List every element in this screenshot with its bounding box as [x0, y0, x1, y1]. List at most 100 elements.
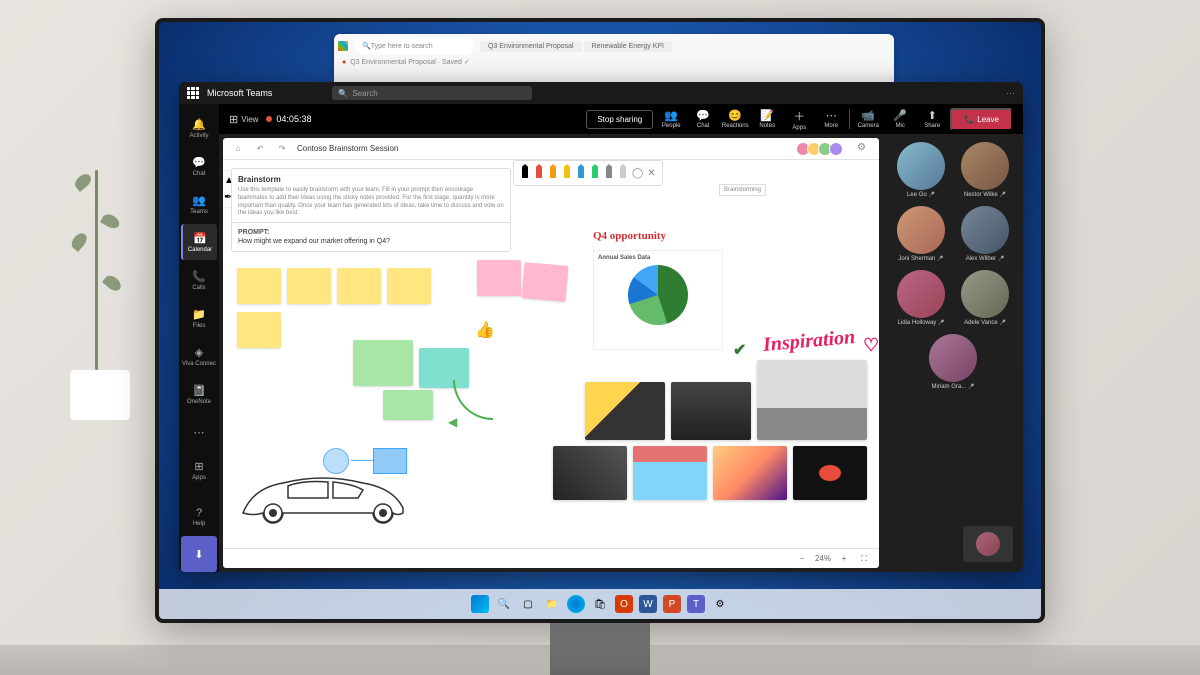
thumbs-up-reaction-icon[interactable]: 👍 — [475, 320, 495, 340]
sales-chart-card[interactable]: Annual Sales Data — [593, 250, 723, 350]
sticky-note[interactable] — [477, 260, 521, 296]
sticky-note[interactable] — [287, 268, 331, 304]
teams-search-input[interactable]: 🔍Search — [332, 86, 532, 100]
taskbar-edge-icon[interactable] — [567, 595, 585, 613]
people-button[interactable]: 👥People — [657, 109, 685, 129]
inspiration-photo-vintage-car[interactable] — [757, 360, 867, 440]
zoom-out-button[interactable]: − — [795, 552, 809, 566]
pen-blue[interactable] — [576, 164, 586, 182]
sticky-note[interactable] — [237, 312, 281, 348]
ink-annotation-opportunity[interactable]: Q4 opportunity — [593, 230, 666, 242]
pen-green[interactable] — [590, 164, 600, 182]
taskbar-word-icon[interactable]: W — [639, 595, 657, 613]
prompt-text: How might we expand our market offering … — [238, 238, 504, 245]
undo-button[interactable]: ↶ — [253, 142, 267, 156]
reactions-button[interactable]: 😊Reactions — [721, 109, 749, 129]
mic-muted-icon: 🎤 — [1000, 320, 1006, 326]
rail-help[interactable]: ?Help — [181, 498, 217, 534]
brainstorming-tab[interactable]: Brainstorming — [719, 184, 766, 196]
participant-tile[interactable]: Miriam Gra...🎤 — [924, 334, 982, 390]
inspiration-photo[interactable] — [553, 446, 627, 500]
taskbar-office-icon[interactable]: O — [615, 595, 633, 613]
more-button[interactable]: ⋯More — [817, 109, 845, 129]
sticky-note[interactable] — [337, 268, 381, 304]
chart-title: Annual Sales Data — [598, 255, 718, 261]
camera-button[interactable]: 📹Camera — [854, 109, 882, 129]
rail-files[interactable]: 📁Files — [181, 300, 217, 336]
rail-apps[interactable]: ⊞Apps — [181, 452, 217, 488]
stop-sharing-button[interactable]: Stop sharing — [586, 110, 653, 129]
close-toolbar-icon[interactable]: ✕ — [647, 168, 655, 179]
fit-screen-button[interactable]: ⛶ — [857, 552, 871, 566]
self-video-tile[interactable] — [963, 526, 1013, 562]
monitor-frame: 🔍 Type here to search Q3 Environmental P… — [155, 18, 1045, 623]
app-launcher-icon[interactable] — [187, 87, 199, 99]
browser-search[interactable]: 🔍 Type here to search — [354, 37, 474, 55]
rail-viva[interactable]: ◈Viva Connec — [181, 338, 217, 374]
participant-tile[interactable]: Alex Wilber🎤 — [956, 206, 1014, 262]
sticky-note[interactable] — [383, 390, 433, 420]
taskbar-store-icon[interactable]: 🛍 — [591, 595, 609, 613]
taskbar-explorer-icon[interactable]: 📁 — [543, 595, 561, 613]
car-sketch[interactable] — [233, 458, 413, 528]
more-menu-icon[interactable]: ⋯ — [1006, 88, 1015, 99]
inspiration-photo[interactable] — [585, 382, 665, 440]
participant-tile[interactable]: Adele Vance🎤 — [956, 270, 1014, 326]
start-button[interactable] — [471, 595, 489, 613]
rail-calendar[interactable]: 📅Calendar — [181, 224, 217, 260]
highlighter[interactable] — [604, 164, 614, 182]
sticky-note[interactable] — [522, 262, 569, 302]
rail-chat[interactable]: 💬Chat — [181, 148, 217, 184]
pen-red[interactable] — [534, 164, 544, 182]
participant-tile[interactable]: Lidia Holloway🎤 — [892, 270, 950, 326]
zoom-in-button[interactable]: + — [837, 552, 851, 566]
settings-icon[interactable]: ⚙ — [857, 142, 871, 156]
share-button[interactable]: ⬆Share — [918, 109, 946, 129]
mic-muted-icon: 🎤 — [929, 192, 935, 198]
rail-more[interactable]: ⋯ — [181, 414, 217, 450]
view-button[interactable]: ⊞View — [229, 113, 258, 126]
brainstorm-heading: Brainstorm — [238, 175, 504, 184]
home-icon[interactable]: ⌂ — [231, 142, 245, 156]
rail-onenote[interactable]: 📓OneNote — [181, 376, 217, 412]
taskbar-teams-icon[interactable]: T — [687, 595, 705, 613]
inspiration-photo-sunset[interactable] — [713, 446, 787, 500]
pen-black[interactable] — [520, 164, 530, 182]
browser-tab-2[interactable]: Renewable Energy KPI — [584, 41, 672, 52]
sticky-note[interactable] — [353, 340, 413, 386]
participant-tile[interactable]: Lee Gu🎤 — [892, 142, 950, 198]
taskbar-taskview-icon[interactable]: ▢ — [519, 595, 537, 613]
lasso-icon[interactable]: ◯ — [632, 168, 643, 179]
inspiration-photo[interactable] — [671, 382, 751, 440]
browser-tab-1[interactable]: Q3 Environmental Proposal — [480, 41, 582, 52]
sticky-note[interactable] — [237, 268, 281, 304]
ink-annotation-inspiration[interactable]: Inspiration — [762, 326, 856, 357]
sticky-note[interactable] — [387, 268, 431, 304]
pen-orange[interactable] — [548, 164, 558, 182]
rail-download[interactable]: ⬇ — [181, 536, 217, 572]
notes-button[interactable]: 📝Notes — [753, 109, 781, 129]
collaborator-avatars[interactable] — [799, 142, 843, 156]
rail-activity[interactable]: 🔔Activity — [181, 110, 217, 146]
inspiration-photo-gauge[interactable] — [793, 446, 867, 500]
taskbar-settings-icon[interactable]: ⚙ — [711, 595, 729, 613]
recording-indicator-icon — [266, 116, 272, 122]
eraser[interactable] — [618, 164, 628, 182]
participant-tile[interactable]: Nestor Wilke🎤 — [956, 142, 1014, 198]
leave-button[interactable]: 📞Leave — [950, 108, 1013, 131]
mic-button[interactable]: 🎤Mic — [886, 109, 914, 129]
apps-button[interactable]: ＋Apps — [785, 108, 813, 131]
taskbar-powerpoint-icon[interactable]: P — [663, 595, 681, 613]
redo-button[interactable]: ↷ — [275, 142, 289, 156]
rail-calls[interactable]: 📞Calls — [181, 262, 217, 298]
prompt-card[interactable]: PROMPT: How might we expand our market o… — [231, 222, 511, 252]
mic-muted-icon: 🎤 — [937, 256, 943, 262]
chat-button[interactable]: 💬Chat — [689, 109, 717, 129]
participant-tile[interactable]: Joni Sherman🎤 — [892, 206, 950, 262]
whiteboard-canvas[interactable]: ▲ ✒ Brainstorm Use this template to easi… — [223, 160, 879, 548]
rail-teams[interactable]: 👥Teams — [181, 186, 217, 222]
inspiration-photo[interactable] — [633, 446, 707, 500]
brainstorm-card[interactable]: Brainstorm Use this template to easily b… — [231, 168, 511, 225]
taskbar-search-icon[interactable]: 🔍 — [495, 595, 513, 613]
pen-yellow[interactable] — [562, 164, 572, 182]
